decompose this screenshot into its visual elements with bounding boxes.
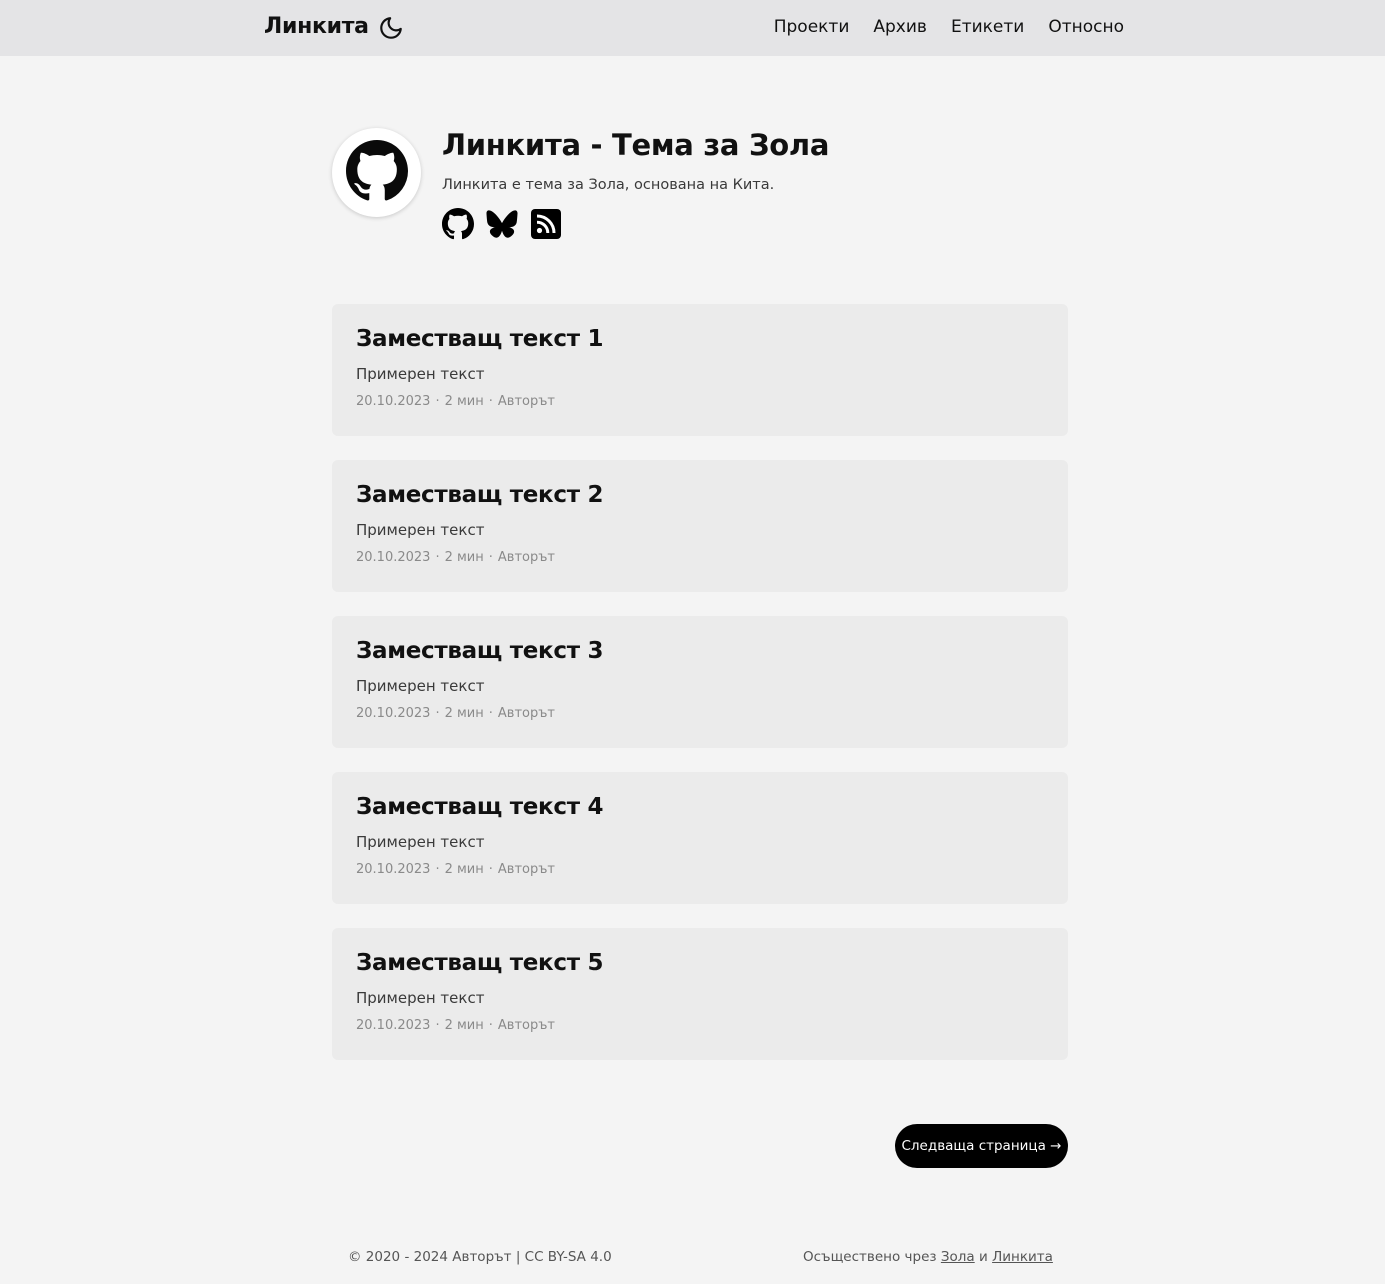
nav-link-tags[interactable]: Етикети bbox=[951, 17, 1024, 37]
post-reading-time: 2 мин bbox=[444, 550, 484, 565]
meta-separator: · bbox=[488, 394, 493, 409]
post-summary: Примерен текст bbox=[356, 989, 485, 1007]
post-meta: 20.10.2023 · 2 мин · Авторът bbox=[356, 550, 555, 565]
post-card[interactable]: Заместващ текст 5 Примерен текст 20.10.2… bbox=[332, 928, 1068, 1060]
profile-subtitle: Линкита е тема за Зола, основана на Кита… bbox=[442, 177, 775, 193]
footer-and: и bbox=[979, 1249, 988, 1265]
post-meta: 20.10.2023 · 2 мин · Авторът bbox=[356, 394, 555, 409]
meta-separator: · bbox=[435, 1018, 440, 1033]
post-date: 20.10.2023 bbox=[356, 706, 431, 721]
post-meta: 20.10.2023 · 2 мин · Авторът bbox=[356, 706, 555, 721]
post-author: Авторът bbox=[497, 1018, 555, 1033]
post-date: 20.10.2023 bbox=[356, 1018, 431, 1033]
top-navbar: Линкита Проекти Архив Етикети Относно bbox=[0, 0, 1385, 56]
footer-powered-prefix: Осъществено чрез bbox=[803, 1249, 937, 1265]
moon-icon[interactable] bbox=[378, 15, 404, 41]
nav-link-about[interactable]: Относно bbox=[1048, 17, 1124, 37]
post-author: Авторът bbox=[497, 706, 555, 721]
post-reading-time: 2 мин bbox=[444, 394, 484, 409]
post-title[interactable]: Заместващ текст 1 bbox=[356, 326, 603, 352]
post-summary: Примерен текст bbox=[356, 677, 485, 695]
meta-separator: · bbox=[488, 1018, 493, 1033]
post-author: Авторът bbox=[497, 550, 555, 565]
main-nav: Проекти Архив Етикети Относно bbox=[774, 17, 1124, 37]
post-title[interactable]: Заместващ текст 5 bbox=[356, 950, 603, 976]
post-title[interactable]: Заместващ текст 3 bbox=[356, 638, 603, 664]
github-icon bbox=[345, 139, 408, 206]
meta-separator: · bbox=[435, 862, 440, 877]
post-author: Авторът bbox=[497, 862, 555, 877]
footer-linkita-link[interactable]: Линкита bbox=[992, 1249, 1053, 1265]
post-date: 20.10.2023 bbox=[356, 862, 431, 877]
post-reading-time: 2 мин bbox=[444, 1018, 484, 1033]
rss-icon[interactable] bbox=[530, 208, 562, 240]
next-page-button[interactable]: Следваща страница → bbox=[895, 1124, 1068, 1168]
meta-separator: · bbox=[435, 550, 440, 565]
post-card[interactable]: Заместващ текст 4 Примерен текст 20.10.2… bbox=[332, 772, 1068, 904]
post-meta: 20.10.2023 · 2 мин · Авторът bbox=[356, 862, 555, 877]
post-title[interactable]: Заместващ текст 2 bbox=[356, 482, 603, 508]
site-brand-link[interactable]: Линкита bbox=[264, 14, 369, 39]
post-card[interactable]: Заместващ текст 2 Примерен текст 20.10.2… bbox=[332, 460, 1068, 592]
meta-separator: · bbox=[488, 550, 493, 565]
post-summary: Примерен текст bbox=[356, 833, 485, 851]
post-card[interactable]: Заместващ текст 3 Примерен текст 20.10.2… bbox=[332, 616, 1068, 748]
nav-link-archive[interactable]: Архив bbox=[873, 17, 927, 37]
post-title[interactable]: Заместващ текст 4 bbox=[356, 794, 603, 820]
post-author: Авторът bbox=[497, 394, 555, 409]
post-date: 20.10.2023 bbox=[356, 394, 431, 409]
bluesky-icon[interactable] bbox=[486, 208, 518, 240]
nav-link-projects[interactable]: Проекти bbox=[774, 17, 850, 37]
meta-separator: · bbox=[488, 862, 493, 877]
post-date: 20.10.2023 bbox=[356, 550, 431, 565]
footer-zola-link[interactable]: Зола bbox=[941, 1249, 975, 1265]
meta-separator: · bbox=[488, 706, 493, 721]
post-reading-time: 2 мин bbox=[444, 706, 484, 721]
post-card[interactable]: Заместващ текст 1 Примерен текст 20.10.2… bbox=[332, 304, 1068, 436]
post-summary: Примерен текст bbox=[356, 365, 485, 383]
avatar bbox=[332, 128, 421, 217]
footer-powered-by: Осъществено чрез Зола и Линкита bbox=[803, 1249, 1053, 1265]
post-reading-time: 2 мин bbox=[444, 862, 484, 877]
github-icon[interactable] bbox=[442, 208, 474, 240]
profile-title: Линкита - Тема за Зола bbox=[442, 128, 830, 162]
post-meta: 20.10.2023 · 2 мин · Авторът bbox=[356, 1018, 555, 1033]
social-links bbox=[442, 208, 562, 240]
post-summary: Примерен текст bbox=[356, 521, 485, 539]
footer-copyright: © 2020 - 2024 Авторът | CC BY-SA 4.0 bbox=[348, 1249, 612, 1265]
meta-separator: · bbox=[435, 706, 440, 721]
meta-separator: · bbox=[435, 394, 440, 409]
